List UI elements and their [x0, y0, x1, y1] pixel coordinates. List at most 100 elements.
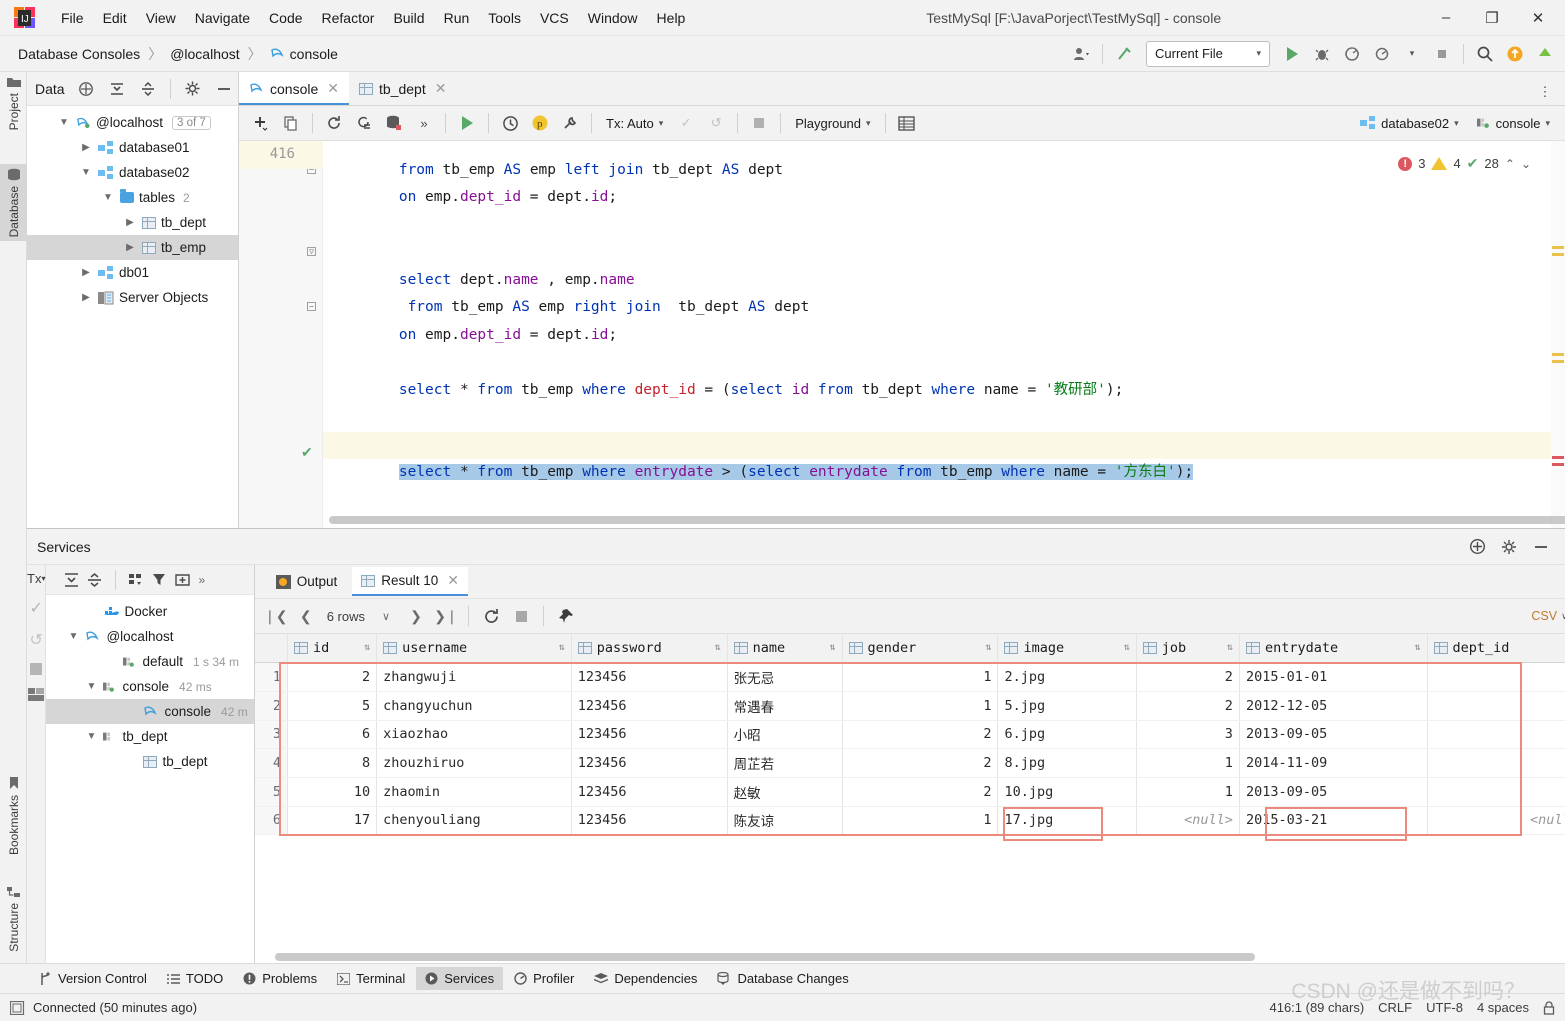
close-icon[interactable]: ✕	[435, 80, 447, 97]
sql-editor[interactable]: from tb_emp AS emp left join tb_dept AS …	[239, 141, 1565, 528]
cell-username[interactable]: changyuchun	[376, 691, 572, 721]
cell-dept-id[interactable]: 2	[1427, 691, 1565, 721]
chevron-down-icon[interactable]: ▼	[84, 731, 98, 742]
reload-page-button[interactable]	[478, 604, 504, 628]
table-row[interactable]: 1 2 zhangwuji 123456 张无忌 1 2.jpg 2 2015-…	[254, 662, 1565, 692]
cell-name[interactable]: 张无忌	[727, 662, 843, 692]
tool-window-version-control[interactable]: Version Control	[30, 967, 156, 990]
menu-item-navigate[interactable]: Navigate	[186, 6, 259, 30]
chevron-up-icon[interactable]: ⌃	[1505, 157, 1515, 171]
sort-icon[interactable]: ⇅	[1414, 643, 1420, 653]
editor-gutter[interactable]	[239, 141, 323, 528]
chevron-down-icon[interactable]: ▼	[84, 681, 98, 692]
cell-image[interactable]: 5.jpg	[997, 691, 1137, 721]
hide-services-icon[interactable]	[1527, 534, 1555, 560]
sort-icon[interactable]: ⇅	[559, 643, 565, 653]
file-encoding[interactable]: UTF-8	[1426, 1000, 1463, 1015]
rows-dropdown-icon[interactable]: ∨	[373, 604, 399, 628]
user-account-icon[interactable]	[1067, 41, 1095, 67]
tree-node-server-objects[interactable]: ▶ Server Objects	[27, 285, 238, 310]
cell-job-null[interactable]: <null>	[1136, 806, 1240, 836]
code-line[interactable]: − on emp.dept_id = dept.id;	[307, 294, 1565, 343]
cell-username[interactable]: chenyouliang	[376, 806, 572, 836]
cell-dept-id[interactable]: 1	[1427, 748, 1565, 778]
collapse-all-icon[interactable]	[134, 76, 162, 102]
cell-id[interactable]: 2	[287, 662, 378, 692]
cell-gender[interactable]: 2	[842, 748, 999, 778]
cell-id[interactable]: 8	[287, 748, 378, 778]
prev-page-button[interactable]: ❮	[293, 604, 319, 628]
cell-password[interactable]: 123456	[571, 691, 728, 721]
cell-gender[interactable]: 2	[842, 720, 999, 750]
cell-id[interactable]: 10	[287, 777, 378, 807]
chevron-right-icon[interactable]: ▶	[123, 242, 137, 253]
sort-icon[interactable]: ⇅	[715, 643, 721, 653]
chevron-down-icon[interactable]: ▼	[66, 631, 80, 642]
table-row[interactable]: 5 10 zhaomin 123456 赵敏 2 10.jpg 1 2013-0…	[254, 777, 1565, 807]
cell-job[interactable]: 2	[1136, 691, 1240, 721]
run-with-coverage-icon[interactable]	[1338, 41, 1366, 67]
editor-horizontal-scrollbar[interactable]	[329, 516, 1565, 524]
profile-icon[interactable]	[1368, 41, 1396, 67]
more-actions-icon[interactable]: »	[410, 110, 438, 136]
database-refresh-icon[interactable]	[380, 110, 408, 136]
close-icon[interactable]: ✕	[327, 80, 339, 97]
chevron-down-icon[interactable]: ▼	[101, 192, 115, 203]
editor-code-area[interactable]: from tb_emp AS emp left join tb_dept AS …	[307, 141, 1565, 528]
cell-dept-id-null[interactable]: <null>	[1427, 806, 1565, 836]
tree-node-db01[interactable]: ▶ db01	[27, 260, 238, 285]
cell-password[interactable]: 123456	[571, 777, 728, 807]
cell-id[interactable]: 6	[287, 720, 378, 750]
stop-icon[interactable]	[29, 662, 43, 676]
statement-ok-check-icon[interactable]: ✔	[301, 444, 313, 461]
cell-name[interactable]: 常遇春	[727, 691, 843, 721]
cell-dept-id[interactable]: 2	[1427, 662, 1565, 692]
grid-horizontal-scrollbar[interactable]	[274, 953, 1455, 961]
fold-marker-icon[interactable]: ▽	[307, 247, 316, 256]
expand-all-icon[interactable]	[64, 572, 79, 587]
code-line[interactable]	[323, 184, 1565, 212]
transaction-mode-selector[interactable]: Tx: Auto ▾	[599, 113, 670, 134]
code-line[interactable]: ▽ select dept.name , emp.name	[307, 239, 1565, 288]
cell-job[interactable]: 3	[1136, 720, 1240, 750]
cell-gender[interactable]: 1	[842, 691, 999, 721]
tool-window-profiler[interactable]: Profiler	[505, 967, 583, 990]
last-page-button[interactable]: ❯❘	[433, 604, 459, 628]
cell-gender[interactable]: 2	[842, 777, 999, 807]
menu-item-refactor[interactable]: Refactor	[313, 6, 384, 30]
tool-window-services[interactable]: Services	[416, 967, 504, 990]
table-row[interactable]: 2 5 changyuchun 123456 常遇春 1 5.jpg 2 201…	[254, 691, 1565, 721]
menu-item-code[interactable]: Code	[260, 6, 311, 30]
sort-icon[interactable]: ⇅	[985, 643, 991, 653]
cell-image[interactable]: 8.jpg	[997, 748, 1137, 778]
chevron-right-icon[interactable]: ▶	[79, 292, 93, 303]
menu-item-tools[interactable]: Tools	[479, 6, 530, 30]
transaction-tx-icon[interactable]: Tx ▾	[27, 571, 45, 586]
build-hammer-icon[interactable]	[1110, 41, 1138, 67]
table-row[interactable]: 4 8 zhouzhiruo 123456 周芷若 2 8.jpg 1 2014…	[254, 748, 1565, 778]
settings-gear-icon[interactable]	[1531, 41, 1559, 67]
copy-icon[interactable]	[277, 110, 305, 136]
editor-tab-console[interactable]: console ✕	[239, 72, 349, 105]
tool-window-problems[interactable]: Problems	[234, 967, 326, 990]
stop-button[interactable]	[1428, 41, 1456, 67]
code-line-current[interactable]: select * from tb_emp where entrydate > (…	[323, 431, 1565, 480]
services-tab-result[interactable]: Result 10 ✕	[352, 567, 469, 596]
cell-password[interactable]: 123456	[571, 720, 728, 750]
expand-all-icon[interactable]	[103, 76, 131, 102]
sort-icon[interactable]: ⇅	[1227, 643, 1233, 653]
tree-node-tb-dept[interactable]: ▶ tb_dept	[27, 210, 238, 235]
column-header-entrydate[interactable]: entrydate ⇅	[1239, 634, 1428, 664]
menu-item-window[interactable]: Window	[579, 6, 647, 30]
filter-icon[interactable]	[152, 573, 167, 587]
cell-username[interactable]: zhaomin	[376, 777, 572, 807]
chevron-down-icon[interactable]: ⌄	[1521, 157, 1531, 171]
services-node-tb-dept-session[interactable]: ▼ tb_dept	[46, 724, 253, 749]
cell-name[interactable]: 周芷若	[727, 748, 843, 778]
cell-entrydate[interactable]: 2012-12-05	[1239, 691, 1428, 721]
sort-icon[interactable]: ⇅	[830, 643, 836, 653]
menu-item-vcs[interactable]: VCS	[531, 6, 578, 30]
menu-item-run[interactable]: Run	[435, 6, 479, 30]
sync-schema-icon[interactable]	[350, 110, 378, 136]
cell-entrydate[interactable]: 2015-01-01	[1239, 662, 1428, 692]
